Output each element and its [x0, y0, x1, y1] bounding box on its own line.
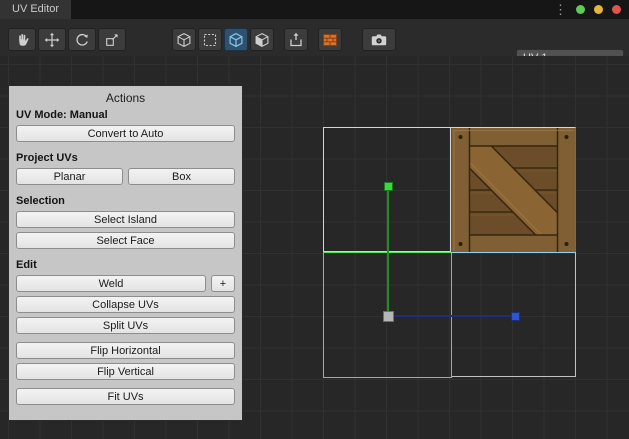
texture-preview-button[interactable] — [318, 28, 342, 51]
camera-icon — [370, 32, 388, 48]
project-uvs-row: Planar Box — [16, 168, 235, 185]
collapse-uvs-button[interactable]: Collapse UVs — [16, 296, 235, 313]
edit-label: Edit — [9, 259, 242, 271]
object-mode-button[interactable] — [172, 28, 196, 51]
panel-title: Actions — [9, 86, 242, 105]
select-island-button[interactable]: Select Island — [16, 211, 235, 228]
weld-button[interactable]: Weld — [16, 275, 206, 292]
wooden-crate-texture — [451, 128, 575, 252]
transform-tool-group — [8, 28, 126, 51]
scale-tool-button[interactable] — [98, 28, 126, 51]
texture-preview-group — [318, 28, 342, 51]
red-circle-icon[interactable] — [612, 5, 621, 14]
screenshot-button[interactable] — [362, 28, 396, 51]
gizmo-x-axis-line — [390, 315, 512, 317]
rect-select-mode-button[interactable] — [198, 28, 222, 51]
rotate-icon — [74, 32, 90, 48]
edge-mode-button[interactable] — [224, 28, 248, 51]
uv-mode-label: UV Mode: Manual — [9, 109, 242, 121]
split-uvs-button[interactable]: Split UVs — [16, 317, 235, 334]
select-face-button[interactable]: Select Face — [16, 232, 235, 249]
upload-box-icon — [288, 32, 304, 48]
project-uvs-label: Project UVs — [9, 152, 242, 164]
tab-uv-editor[interactable]: UV Editor — [0, 0, 71, 19]
cube-icon — [176, 32, 192, 48]
gizmo-x-handle[interactable] — [511, 312, 520, 321]
shared-edge-highlight — [451, 252, 576, 253]
pan-tool-button[interactable] — [8, 28, 36, 51]
gizmo-y-axis-line — [387, 186, 389, 316]
yellow-circle-icon[interactable] — [594, 5, 603, 14]
toolbar: UV 1 ▾ — [0, 19, 629, 56]
convert-to-auto-button[interactable]: Convert to Auto — [16, 125, 235, 142]
rotate-tool-button[interactable] — [68, 28, 96, 51]
bricks-icon — [322, 32, 338, 48]
flip-horizontal-button[interactable]: Flip Horizontal — [16, 342, 235, 359]
selection-mode-group — [172, 28, 274, 51]
box-button[interactable]: Box — [128, 168, 235, 185]
face-mode-button[interactable] — [250, 28, 274, 51]
project-uvs-group — [284, 28, 308, 51]
gizmo-y-handle[interactable] — [384, 182, 393, 191]
selection-label: Selection — [9, 195, 242, 207]
gizmo-pivot-handle[interactable] — [383, 311, 394, 322]
uv-quad-texture-crate[interactable] — [451, 127, 576, 252]
planar-button[interactable]: Planar — [16, 168, 123, 185]
title-bar: UV Editor ⋮ — [0, 0, 629, 19]
flip-vertical-button[interactable]: Flip Vertical — [16, 363, 235, 380]
move-icon — [44, 32, 60, 48]
cube-blue-icon — [228, 32, 244, 48]
window-controls: ⋮ — [554, 0, 621, 19]
project-uvs-button[interactable] — [284, 28, 308, 51]
scale-icon — [104, 32, 120, 48]
actions-panel: Actions UV Mode: Manual Convert to Auto … — [8, 85, 243, 421]
green-circle-icon[interactable] — [576, 5, 585, 14]
weld-row: Weld + — [16, 275, 235, 292]
dashed-rect-icon — [202, 32, 218, 48]
cube-face-icon — [254, 32, 270, 48]
screenshot-group — [362, 28, 396, 51]
weld-options-button[interactable]: + — [211, 275, 235, 292]
menu-dots-icon[interactable]: ⋮ — [554, 0, 567, 19]
move-tool-button[interactable] — [38, 28, 66, 51]
fit-uvs-button[interactable]: Fit UVs — [16, 388, 235, 405]
hand-icon — [14, 32, 30, 48]
